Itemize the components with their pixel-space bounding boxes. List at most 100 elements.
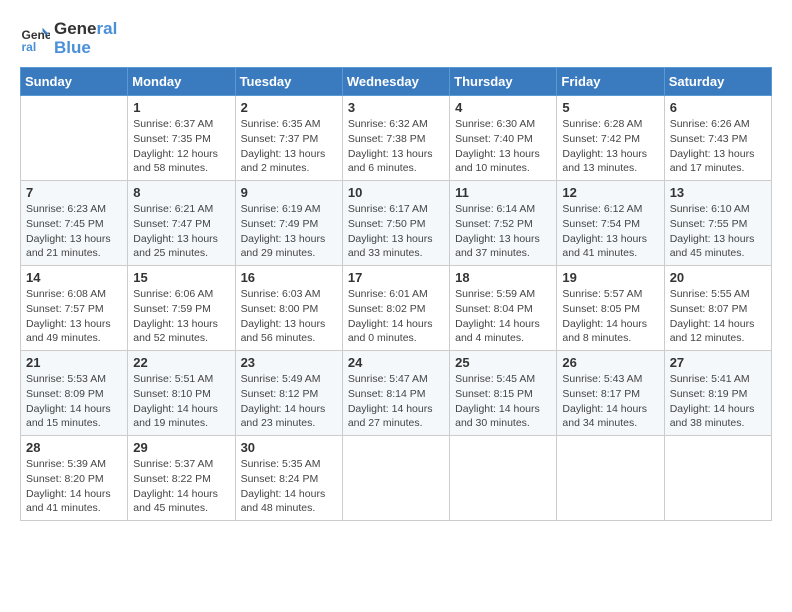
logo-line1: General	[54, 20, 117, 39]
day-info: Sunrise: 5:43 AM Sunset: 8:17 PM Dayligh…	[562, 372, 658, 431]
day-info: Sunrise: 5:39 AM Sunset: 8:20 PM Dayligh…	[26, 457, 122, 516]
day-number: 13	[670, 185, 766, 200]
week-row-2: 7Sunrise: 6:23 AM Sunset: 7:45 PM Daylig…	[21, 181, 772, 266]
calendar-cell: 14Sunrise: 6:08 AM Sunset: 7:57 PM Dayli…	[21, 266, 128, 351]
day-number: 8	[133, 185, 229, 200]
weekday-wednesday: Wednesday	[342, 68, 449, 96]
day-number: 6	[670, 100, 766, 115]
day-info: Sunrise: 6:32 AM Sunset: 7:38 PM Dayligh…	[348, 117, 444, 176]
day-number: 1	[133, 100, 229, 115]
day-info: Sunrise: 6:37 AM Sunset: 7:35 PM Dayligh…	[133, 117, 229, 176]
calendar-cell: 8 Sunrise: 6:21 AM Sunset: 7:47 PM Daylig…	[128, 181, 235, 266]
day-info: Sunrise: 5:49 AM Sunset: 8:12 PM Dayligh…	[241, 372, 337, 431]
day-number: 9	[241, 185, 337, 200]
calendar-cell: 29 Sunrise: 5:37 AM Sunset: 8:22 PM Dayli…	[128, 436, 235, 521]
day-info: Sunrise: 5:53 AM Sunset: 8:09 PM Dayligh…	[26, 372, 122, 431]
day-info: Sunrise: 5:55 AM Sunset: 8:07 PM Dayligh…	[670, 287, 766, 346]
calendar-table: SundayMondayTuesdayWednesdayThursdayFrid…	[20, 67, 772, 521]
day-number: 7	[26, 185, 122, 200]
day-number: 2	[241, 100, 337, 115]
day-number: 26	[562, 355, 658, 370]
calendar-cell: 19 Sunrise: 5:57 AM Sunset: 8:05 PM Dayli…	[557, 266, 664, 351]
calendar-cell: 24 Sunrise: 5:47 AM Sunset: 8:14 PM Dayli…	[342, 351, 449, 436]
day-info: Sunrise: 6:17 AM Sunset: 7:50 PM Dayligh…	[348, 202, 444, 261]
calendar-cell: 16 Sunrise: 6:03 AM Sunset: 8:00 PM Dayli…	[235, 266, 342, 351]
svg-text:ral: ral	[22, 40, 37, 54]
day-number: 20	[670, 270, 766, 285]
calendar-cell	[557, 436, 664, 521]
day-number: 29	[133, 440, 229, 455]
day-info: Sunrise: 5:57 AM Sunset: 8:05 PM Dayligh…	[562, 287, 658, 346]
calendar-cell: 7Sunrise: 6:23 AM Sunset: 7:45 PM Daylig…	[21, 181, 128, 266]
day-number: 15	[133, 270, 229, 285]
day-number: 24	[348, 355, 444, 370]
day-info: Sunrise: 6:26 AM Sunset: 7:43 PM Dayligh…	[670, 117, 766, 176]
calendar-cell: 2 Sunrise: 6:35 AM Sunset: 7:37 PM Daylig…	[235, 96, 342, 181]
weekday-sunday: Sunday	[21, 68, 128, 96]
day-number: 3	[348, 100, 444, 115]
weekday-monday: Monday	[128, 68, 235, 96]
weekday-header-row: SundayMondayTuesdayWednesdayThursdayFrid…	[21, 68, 772, 96]
weekday-thursday: Thursday	[450, 68, 557, 96]
day-number: 28	[26, 440, 122, 455]
calendar-cell: 23 Sunrise: 5:49 AM Sunset: 8:12 PM Dayli…	[235, 351, 342, 436]
calendar-cell: 5 Sunrise: 6:28 AM Sunset: 7:42 PM Daylig…	[557, 96, 664, 181]
day-info: Sunrise: 5:41 AM Sunset: 8:19 PM Dayligh…	[670, 372, 766, 431]
day-info: Sunrise: 5:37 AM Sunset: 8:22 PM Dayligh…	[133, 457, 229, 516]
day-info: Sunrise: 5:59 AM Sunset: 8:04 PM Dayligh…	[455, 287, 551, 346]
day-info: Sunrise: 6:35 AM Sunset: 7:37 PM Dayligh…	[241, 117, 337, 176]
day-number: 27	[670, 355, 766, 370]
day-info: Sunrise: 6:06 AM Sunset: 7:59 PM Dayligh…	[133, 287, 229, 346]
calendar-cell: 21 Sunrise: 5:53 AM Sunset: 8:09 PM Dayli…	[21, 351, 128, 436]
calendar-cell: 17 Sunrise: 6:01 AM Sunset: 8:02 PM Dayli…	[342, 266, 449, 351]
day-info: Sunrise: 5:35 AM Sunset: 8:24 PM Dayligh…	[241, 457, 337, 516]
calendar-cell: 26 Sunrise: 5:43 AM Sunset: 8:17 PM Dayli…	[557, 351, 664, 436]
week-row-1: 1 Sunrise: 6:37 AM Sunset: 7:35 PM Daylig…	[21, 96, 772, 181]
calendar-cell: 3 Sunrise: 6:32 AM Sunset: 7:38 PM Daylig…	[342, 96, 449, 181]
day-number: 14	[26, 270, 122, 285]
calendar-cell: 12Sunrise: 6:12 AM Sunset: 7:54 PM Dayli…	[557, 181, 664, 266]
day-number: 17	[348, 270, 444, 285]
calendar-cell: 1 Sunrise: 6:37 AM Sunset: 7:35 PM Daylig…	[128, 96, 235, 181]
calendar-cell: 4 Sunrise: 6:30 AM Sunset: 7:40 PM Daylig…	[450, 96, 557, 181]
calendar-cell: 27 Sunrise: 5:41 AM Sunset: 8:19 PM Dayli…	[664, 351, 771, 436]
week-row-5: 28 Sunrise: 5:39 AM Sunset: 8:20 PM Dayli…	[21, 436, 772, 521]
calendar-cell	[342, 436, 449, 521]
day-number: 4	[455, 100, 551, 115]
day-info: Sunrise: 6:01 AM Sunset: 8:02 PM Dayligh…	[348, 287, 444, 346]
day-info: Sunrise: 6:19 AM Sunset: 7:49 PM Dayligh…	[241, 202, 337, 261]
day-info: Sunrise: 6:03 AM Sunset: 8:00 PM Dayligh…	[241, 287, 337, 346]
calendar-cell: 22Sunrise: 5:51 AM Sunset: 8:10 PM Dayli…	[128, 351, 235, 436]
week-row-3: 14Sunrise: 6:08 AM Sunset: 7:57 PM Dayli…	[21, 266, 772, 351]
day-number: 5	[562, 100, 658, 115]
day-info: Sunrise: 6:10 AM Sunset: 7:55 PM Dayligh…	[670, 202, 766, 261]
weekday-friday: Friday	[557, 68, 664, 96]
logo: Gene ral General Blue	[20, 20, 117, 57]
weekday-tuesday: Tuesday	[235, 68, 342, 96]
calendar-cell: 30Sunrise: 5:35 AM Sunset: 8:24 PM Dayli…	[235, 436, 342, 521]
page-header: Gene ral General Blue	[20, 20, 772, 57]
calendar-cell: 18 Sunrise: 5:59 AM Sunset: 8:04 PM Dayli…	[450, 266, 557, 351]
day-info: Sunrise: 6:30 AM Sunset: 7:40 PM Dayligh…	[455, 117, 551, 176]
day-number: 19	[562, 270, 658, 285]
day-info: Sunrise: 6:28 AM Sunset: 7:42 PM Dayligh…	[562, 117, 658, 176]
day-number: 23	[241, 355, 337, 370]
calendar-cell: 11Sunrise: 6:14 AM Sunset: 7:52 PM Dayli…	[450, 181, 557, 266]
day-info: Sunrise: 5:47 AM Sunset: 8:14 PM Dayligh…	[348, 372, 444, 431]
week-row-4: 21 Sunrise: 5:53 AM Sunset: 8:09 PM Dayli…	[21, 351, 772, 436]
day-info: Sunrise: 5:45 AM Sunset: 8:15 PM Dayligh…	[455, 372, 551, 431]
day-number: 18	[455, 270, 551, 285]
calendar-cell: 9 Sunrise: 6:19 AM Sunset: 7:49 PM Daylig…	[235, 181, 342, 266]
calendar-cell	[21, 96, 128, 181]
day-number: 11	[455, 185, 551, 200]
calendar-cell	[664, 436, 771, 521]
weekday-saturday: Saturday	[664, 68, 771, 96]
calendar-cell: 28 Sunrise: 5:39 AM Sunset: 8:20 PM Dayli…	[21, 436, 128, 521]
day-number: 21	[26, 355, 122, 370]
calendar-cell	[450, 436, 557, 521]
day-number: 16	[241, 270, 337, 285]
day-info: Sunrise: 6:21 AM Sunset: 7:47 PM Dayligh…	[133, 202, 229, 261]
logo-icon: Gene ral	[20, 24, 50, 54]
calendar-cell: 20 Sunrise: 5:55 AM Sunset: 8:07 PM Dayli…	[664, 266, 771, 351]
calendar-cell: 25Sunrise: 5:45 AM Sunset: 8:15 PM Dayli…	[450, 351, 557, 436]
